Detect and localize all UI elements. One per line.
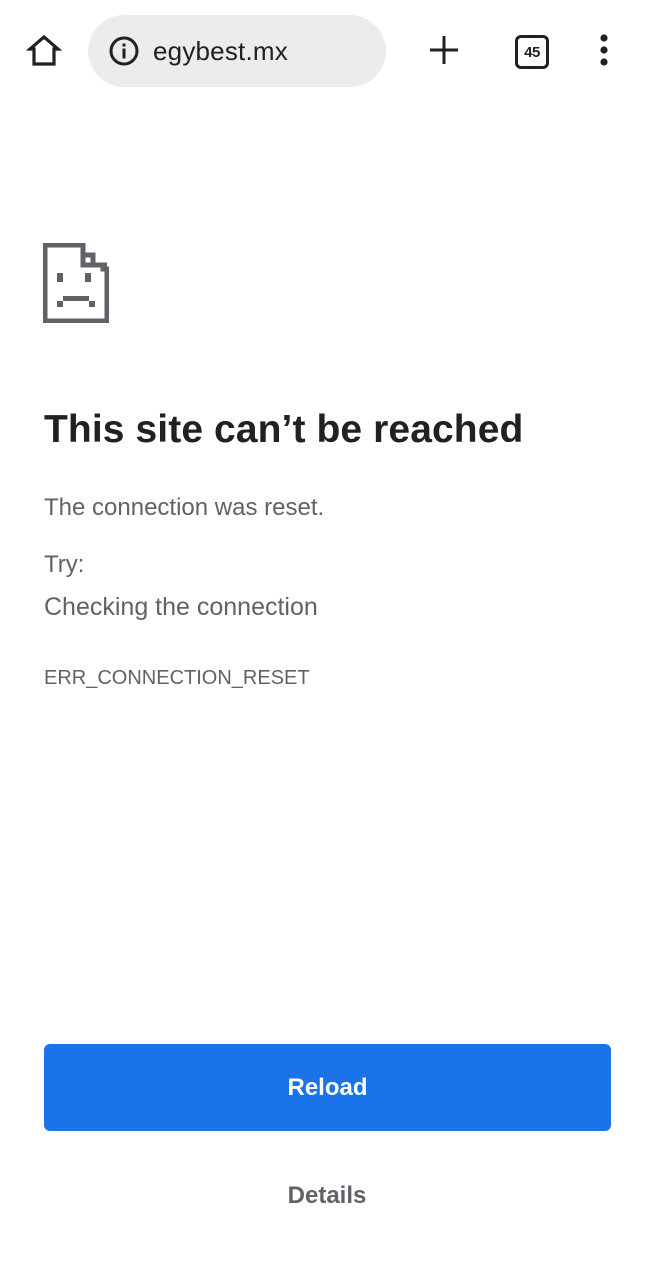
reload-button[interactable]: Reload — [44, 1044, 611, 1131]
suggestion-item: Checking the connection — [44, 593, 318, 621]
tab-switcher-icon: 45 — [515, 35, 549, 69]
tab-count: 45 — [524, 43, 540, 61]
try-label: Try: — [44, 551, 85, 578]
more-vert-icon — [598, 33, 610, 72]
omnibox[interactable]: egybest.mx — [88, 15, 386, 87]
browser-toolbar: egybest.mx 45 — [0, 0, 655, 102]
error-title: This site can’t be reached — [44, 408, 524, 451]
plus-icon — [428, 34, 460, 71]
new-tab-button[interactable] — [420, 28, 468, 76]
tab-switcher-button[interactable]: 45 — [508, 28, 556, 76]
home-icon — [25, 32, 63, 73]
error-description: The connection was reset. — [44, 494, 325, 521]
details-button[interactable]: Details — [227, 1165, 427, 1227]
menu-button[interactable] — [580, 28, 628, 76]
url-text[interactable]: egybest.mx — [153, 36, 288, 67]
info-icon[interactable] — [108, 35, 140, 67]
sad-page-icon — [42, 242, 110, 324]
home-button[interactable] — [20, 28, 68, 76]
error-code: ERR_CONNECTION_RESET — [44, 667, 310, 689]
